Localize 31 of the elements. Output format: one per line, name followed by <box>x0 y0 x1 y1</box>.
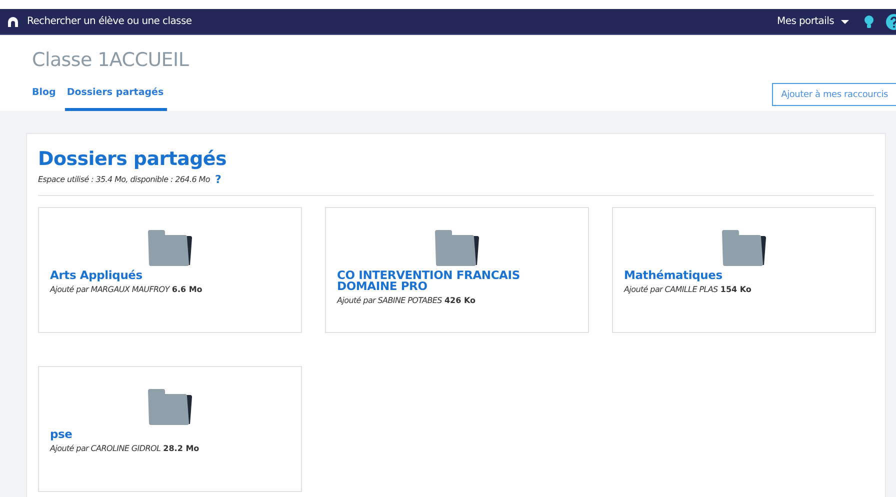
portals-menu[interactable]: Mes portails <box>777 16 834 27</box>
lightbulb-icon[interactable] <box>864 14 874 28</box>
panel-title: Dossiers partagés <box>38 148 228 170</box>
tab[interactable]: Blog <box>32 87 56 111</box>
folder-owner: Ajouté par CAROLINE GIDROL <box>50 444 161 453</box>
folder-size: 154 Ko <box>720 285 752 294</box>
folder-icon <box>148 230 194 266</box>
folder-size: 6.6 Mo <box>172 285 202 294</box>
folder-name[interactable]: Arts Appliqués <box>50 270 291 281</box>
folder-card[interactable]: pse Ajouté par CAROLINE GIDROL 28.2 Mo <box>38 366 302 492</box>
folder-icon <box>434 230 480 266</box>
folder-size: 426 Ko <box>444 296 476 305</box>
storage-usage: Espace utilisé : 35.4 Mo, disponible : 264.6 Mo <box>38 175 210 184</box>
folder-card[interactable]: CO INTERVENTION FRANCAIS DOMAINE PRO Ajouté par SABINE POTABES 426 Ko <box>325 207 589 333</box>
folder-owner: Ajouté par CAMILLE PLAS <box>624 285 718 294</box>
folder-card[interactable]: Arts Appliqués Ajouté par MARGAUX MAUFROY 6.6 Mo <box>38 207 302 333</box>
folder-name[interactable]: CO INTERVENTION FRANCAIS DOMAINE PRO <box>337 270 578 292</box>
folder-icon <box>148 389 194 425</box>
help-link[interactable]: ? <box>214 173 222 186</box>
add-shortcut-button[interactable]: Ajouter à mes raccourcis <box>772 83 896 106</box>
folder-card[interactable]: Mathématiques Ajouté par CAMILLE PLAS 154 Ko <box>612 207 876 333</box>
caret-icon <box>841 20 849 24</box>
folder-owner: Ajouté par MARGAUX MAUFROY <box>50 285 170 294</box>
folder-icon <box>722 230 768 266</box>
search-link[interactable]: Rechercher un élève ou une classe <box>27 16 192 27</box>
page-title: Classe 1ACCUEIL <box>32 49 190 73</box>
folder-name[interactable]: pse <box>50 429 291 440</box>
folder-owner: Ajouté par SABINE POTABES <box>337 296 442 305</box>
folder-size: 28.2 Mo <box>163 444 200 453</box>
user-icon[interactable] <box>7 16 19 28</box>
folder-name[interactable]: Mathématiques <box>624 270 865 281</box>
